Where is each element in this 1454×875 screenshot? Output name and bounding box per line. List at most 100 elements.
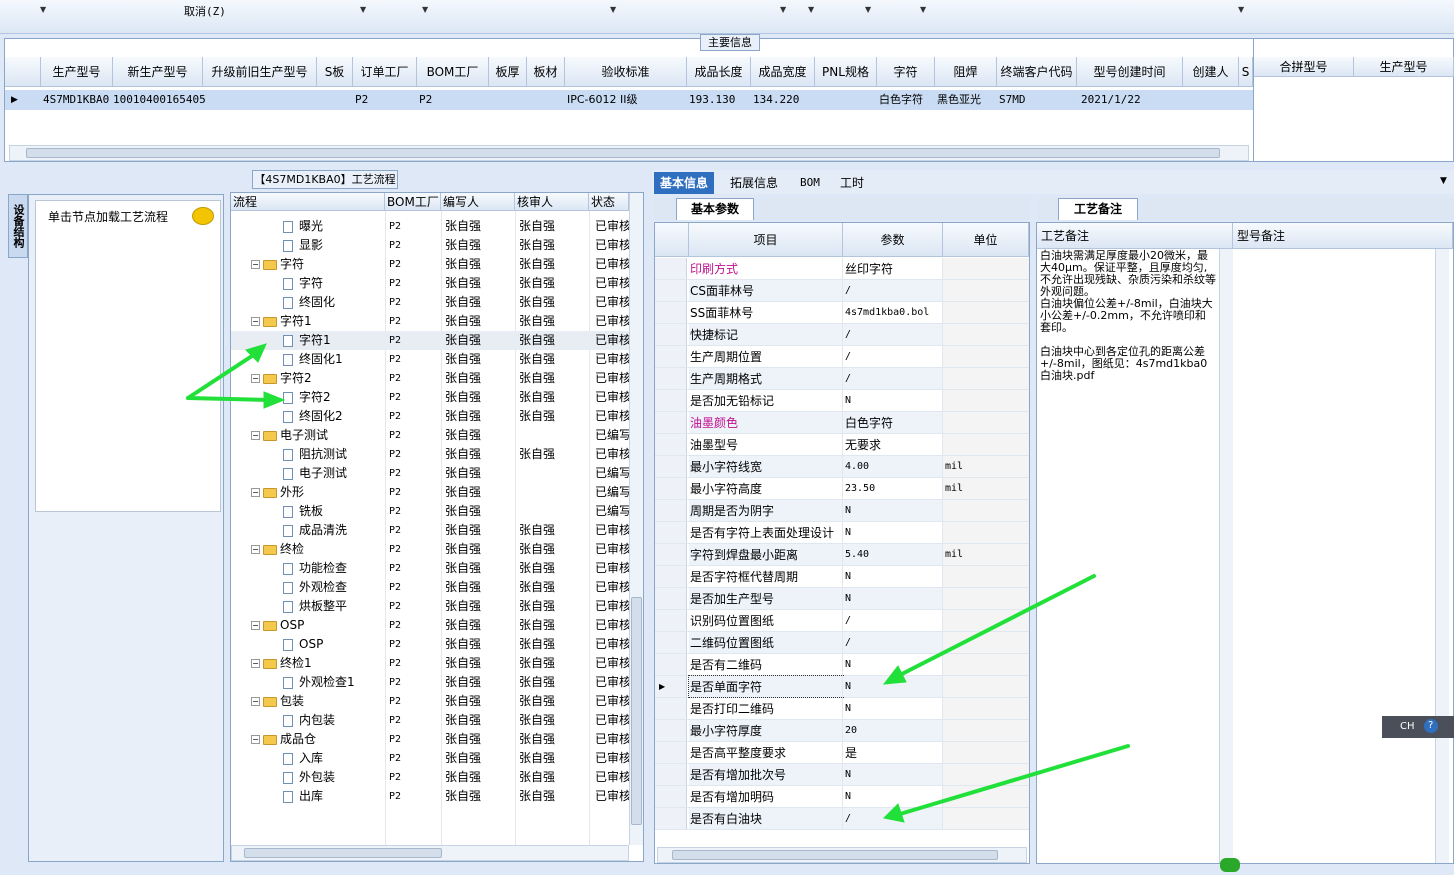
dropdown-arrow-icon[interactable]: ▼ bbox=[422, 5, 428, 14]
dropdown-arrow-icon[interactable]: ▼ bbox=[360, 5, 366, 14]
param-value[interactable]: N bbox=[843, 522, 943, 543]
param-value[interactable]: N bbox=[843, 676, 943, 697]
col-header[interactable]: 单位 bbox=[943, 223, 1029, 257]
param-row[interactable]: 最小字符线宽 4.00 mil bbox=[655, 456, 1029, 478]
tree-row[interactable]: 曝光 P2 张自强 张自强 已审核 bbox=[231, 217, 629, 236]
ime-indicator[interactable]: CH ? bbox=[1382, 716, 1454, 738]
col-header[interactable]: BOM工厂 bbox=[417, 57, 489, 87]
col-header[interactable]: 阻焊 bbox=[935, 57, 997, 87]
param-row[interactable]: 字符到焊盘最小距离 5.40 mil bbox=[655, 544, 1029, 566]
param-value[interactable]: 是 bbox=[843, 742, 943, 763]
param-value[interactable]: / bbox=[843, 808, 943, 829]
param-row[interactable]: 生产周期格式 / bbox=[655, 368, 1029, 390]
param-value[interactable]: 23.50 bbox=[843, 478, 943, 499]
param-value[interactable]: 4.00 bbox=[843, 456, 943, 477]
dropdown-arrow-icon[interactable]: ▼ bbox=[808, 5, 814, 14]
tree-row[interactable]: 外包装 P2 张自强 张自强 已审核 bbox=[231, 768, 629, 787]
tree-row[interactable]: 成品清洗 P2 张自强 张自强 已审核 bbox=[231, 521, 629, 540]
tree-row[interactable]: 外观检查 P2 张自强 张自强 已审核 bbox=[231, 578, 629, 597]
param-value[interactable]: / bbox=[843, 280, 943, 301]
collapse-icon[interactable]: − bbox=[251, 659, 260, 668]
dropdown-arrow-icon[interactable]: ▼ bbox=[865, 5, 871, 14]
tree-row[interactable]: − 包装 P2 张自强 张自强 已审核 bbox=[231, 692, 629, 711]
param-row[interactable]: 是否有字符上表面处理设计 N bbox=[655, 522, 1029, 544]
param-value[interactable]: N bbox=[843, 390, 943, 411]
col-header[interactable]: 终端客户代码 bbox=[997, 57, 1077, 87]
param-value[interactable]: / bbox=[843, 610, 943, 631]
collapse-icon[interactable]: − bbox=[251, 621, 260, 630]
col-header[interactable]: 合拼型号 bbox=[1254, 57, 1354, 77]
param-row[interactable]: 生产周期位置 / bbox=[655, 346, 1029, 368]
col-header[interactable]: BOM工厂 bbox=[385, 193, 441, 211]
param-value[interactable]: / bbox=[843, 346, 943, 367]
tree-row[interactable]: 显影 P2 张自强 张自强 已审核 bbox=[231, 236, 629, 255]
col-header[interactable]: 字符 bbox=[877, 57, 935, 87]
tree-row[interactable]: − OSP P2 张自强 张自强 已审核 bbox=[231, 616, 629, 635]
dropdown-arrow-icon[interactable]: ▼ bbox=[920, 5, 926, 14]
param-value[interactable]: N bbox=[843, 500, 943, 521]
col-header[interactable]: 板材 bbox=[527, 57, 565, 87]
chevron-down-icon[interactable]: ▼ bbox=[1440, 176, 1447, 186]
tree-row[interactable]: − 成品仓 P2 张自强 张自强 已审核 bbox=[231, 730, 629, 749]
col-header[interactable]: 生产型号 bbox=[1354, 57, 1454, 77]
param-value[interactable]: / bbox=[843, 632, 943, 653]
collapse-icon[interactable]: − bbox=[251, 697, 260, 706]
col-header[interactable]: 项目 bbox=[689, 223, 843, 257]
param-row[interactable]: 印刷方式 丝印字符 bbox=[655, 258, 1029, 280]
col-header[interactable]: 型号创建时间 bbox=[1077, 57, 1183, 87]
param-value[interactable]: / bbox=[843, 324, 943, 345]
tab-work-hours[interactable]: 工时 bbox=[834, 172, 870, 194]
tree-row[interactable]: − 电子测试 P2 张自强 已编写 bbox=[231, 426, 629, 445]
tab-basic-info[interactable]: 基本信息 bbox=[654, 172, 715, 194]
param-row[interactable]: SS面菲林号 4s7md1kba0.bol bbox=[655, 302, 1029, 324]
collapse-icon[interactable]: − bbox=[251, 735, 260, 744]
tree-row[interactable]: 终固化2 P2 张自强 张自强 已审核 bbox=[231, 407, 629, 426]
param-row[interactable]: 二维码位置图纸 / bbox=[655, 632, 1029, 654]
dropdown-arrow-icon[interactable]: ▼ bbox=[610, 5, 616, 14]
param-value[interactable]: 白色字符 bbox=[843, 412, 943, 433]
collapse-icon[interactable]: − bbox=[251, 488, 260, 497]
param-value[interactable]: 丝印字符 bbox=[843, 258, 943, 279]
tree-row[interactable]: 内包装 P2 张自强 张自强 已审核 bbox=[231, 711, 629, 730]
param-row[interactable]: 油墨颜色 白色字符 bbox=[655, 412, 1029, 434]
collapse-icon[interactable]: − bbox=[251, 317, 260, 326]
tree-row[interactable]: 终固化 P2 张自强 张自强 已审核 bbox=[231, 293, 629, 312]
param-row[interactable]: 油墨型号 无要求 bbox=[655, 434, 1029, 456]
param-row[interactable]: 最小字符高度 23.50 mil bbox=[655, 478, 1029, 500]
param-value[interactable]: 无要求 bbox=[843, 434, 943, 455]
param-row[interactable]: 是否有二维码 N bbox=[655, 654, 1029, 676]
col-header[interactable]: 核审人 bbox=[515, 193, 589, 211]
param-row[interactable]: 是否有增加明码 N bbox=[655, 786, 1029, 808]
param-value[interactable]: 20 bbox=[843, 720, 943, 741]
param-value[interactable]: N bbox=[843, 588, 943, 609]
param-row[interactable]: CS面菲林号 / bbox=[655, 280, 1029, 302]
collapse-icon[interactable]: − bbox=[251, 374, 260, 383]
col-header[interactable]: 新生产型号 bbox=[113, 57, 203, 87]
cancel-button[interactable]: 取消(Z) bbox=[184, 3, 226, 19]
tree-row[interactable]: 烘板整平 P2 张自强 张自强 已审核 bbox=[231, 597, 629, 616]
param-row[interactable]: 是否加生产型号 N bbox=[655, 588, 1029, 610]
param-row[interactable]: 是否加无铅标记 N bbox=[655, 390, 1029, 412]
equipment-tree[interactable] bbox=[35, 200, 221, 512]
col-header[interactable]: S板 bbox=[317, 57, 353, 87]
param-row[interactable]: 快捷标记 / bbox=[655, 324, 1029, 346]
col-header[interactable]: PNL规格 bbox=[815, 57, 877, 87]
tree-row[interactable]: 外观检查1 P2 张自强 张自强 已审核 bbox=[231, 673, 629, 692]
col-header[interactable]: 验收标准 bbox=[565, 57, 687, 87]
tree-row[interactable]: − 终检 P2 张自强 张自强 已审核 bbox=[231, 540, 629, 559]
dropdown-arrow-icon[interactable]: ▼ bbox=[40, 5, 46, 14]
dropdown-arrow-icon[interactable]: ▼ bbox=[1238, 5, 1244, 14]
col-header[interactable]: S bbox=[1239, 57, 1253, 87]
param-row[interactable]: 是否有增加批次号 N bbox=[655, 764, 1029, 786]
process-notes-text[interactable]: 白油块需满足厚度最小20微米，最大40μm。保证平整，且厚度均匀,不允许出现残缺… bbox=[1040, 250, 1216, 382]
col-header[interactable]: 订单工厂 bbox=[353, 57, 417, 87]
tree-row[interactable]: − 终检1 P2 张自强 张自强 已审核 bbox=[231, 654, 629, 673]
col-header[interactable]: 成品长度 bbox=[687, 57, 751, 87]
param-value[interactable]: N bbox=[843, 654, 943, 675]
param-value[interactable]: N bbox=[843, 698, 943, 719]
col-header[interactable]: 参数 bbox=[843, 223, 943, 257]
param-value[interactable]: N bbox=[843, 566, 943, 587]
tree-row[interactable]: − 字符2 P2 张自强 张自强 已审核 bbox=[231, 369, 629, 388]
dropdown-arrow-icon[interactable]: ▼ bbox=[780, 5, 786, 14]
param-row[interactable]: 是否打印二维码 N bbox=[655, 698, 1029, 720]
